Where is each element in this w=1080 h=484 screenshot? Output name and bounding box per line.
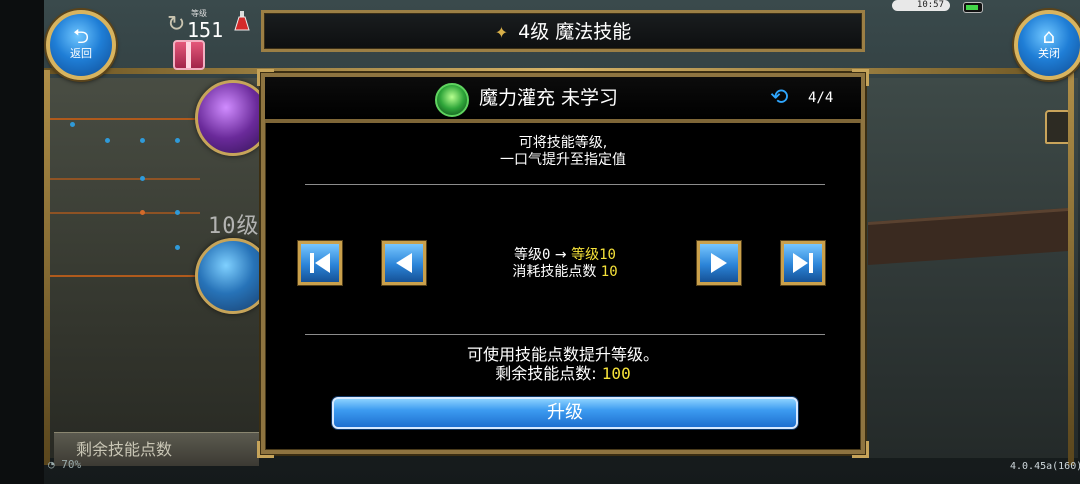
cost-value: 10 xyxy=(600,264,618,280)
back-arrow-icon: ⮌ xyxy=(72,24,90,48)
page-title: 4级 魔法技能 xyxy=(518,21,632,43)
frame-corner xyxy=(852,441,869,458)
skill-tree-node xyxy=(105,138,110,143)
level-to-value: 10 xyxy=(599,247,616,263)
hint-text: 可使用技能点数提升等级。 xyxy=(466,345,659,364)
remaining-value: 100 xyxy=(601,364,631,383)
title-bar: ✦ 4级 魔法技能 xyxy=(261,10,865,52)
frame-corner xyxy=(257,441,274,458)
skill-upgrade-dialog: 魔力灌充 未学习 ⟲ 4/4 可将技能等级, 一口气提升至指定值 等级0 → 等… xyxy=(257,69,869,458)
back-button[interactable]: ⮌ 返回 xyxy=(46,10,116,80)
signal-icon: ◔ xyxy=(48,458,55,471)
skip-first-icon xyxy=(310,253,330,273)
skill-header: 魔力灌充 未学习 ⟲ 4/4 xyxy=(265,77,861,119)
skill-tree-level-label: 10级 xyxy=(208,214,260,239)
skill-tree-node xyxy=(175,138,180,143)
skip-first-button[interactable] xyxy=(298,241,342,285)
magic-charge-icon xyxy=(435,83,469,117)
divider xyxy=(305,184,825,185)
level-change-info: 等级0 → 等级10 消耗技能点数 10 xyxy=(445,247,685,281)
skill-description: 可将技能等级, 一口气提升至指定值 xyxy=(265,135,861,169)
description-line: 可将技能等级, xyxy=(518,135,608,151)
cycle-icon[interactable]: ⟲ xyxy=(770,86,800,110)
skill-tree-line xyxy=(50,178,200,180)
screen-edge xyxy=(0,0,44,484)
gift-icon[interactable] xyxy=(173,40,205,70)
swirl-icon: ↻ xyxy=(167,12,186,37)
skill-tree-line xyxy=(50,118,200,120)
level-to-label: 等级 xyxy=(571,247,600,263)
skip-last-icon xyxy=(793,253,813,273)
next-icon xyxy=(711,253,727,273)
close-button-label: 关闭 xyxy=(1038,47,1060,60)
frame-border-right xyxy=(1068,70,1074,465)
skill-name: 魔力灌充 未学习 xyxy=(479,87,619,109)
remaining-label: 剩余技能点数: xyxy=(495,364,597,383)
close-button[interactable]: ⌂ 关闭 xyxy=(1014,10,1080,80)
prev-icon xyxy=(396,253,412,273)
skill-tree-line xyxy=(50,275,200,277)
description-line: 一口气提升至指定值 xyxy=(500,152,626,168)
skill-orb-icon[interactable] xyxy=(195,80,271,156)
signal-indicator: ◔ 70% xyxy=(48,458,81,471)
level-from-value: 0 xyxy=(542,247,551,263)
skill-tree-node xyxy=(140,210,145,215)
skill-tree-node xyxy=(140,138,145,143)
frame-border-left xyxy=(44,70,50,465)
arrow-icon: → xyxy=(554,247,567,263)
back-button-label: 返回 xyxy=(70,47,92,60)
level-from-label: 等级 xyxy=(514,247,543,263)
signal-percent: 70% xyxy=(61,458,82,471)
level-value: 151 xyxy=(187,18,224,42)
version-label: 4.0.45a(160) xyxy=(1010,461,1080,472)
skill-tree-node xyxy=(175,245,180,250)
skill-tree-node xyxy=(175,210,180,215)
potion-icon xyxy=(234,11,250,31)
skip-last-button[interactable] xyxy=(781,241,825,285)
skill-tree-node xyxy=(140,176,145,181)
home-icon: ⌂ xyxy=(1042,24,1056,48)
header-divider xyxy=(265,119,861,123)
skill-category-icon: ✦ xyxy=(494,23,509,42)
battery-icon xyxy=(963,2,983,13)
next-button[interactable] xyxy=(697,241,741,285)
cost-label: 消耗技能点数 xyxy=(512,264,597,280)
clock: 10:57 xyxy=(892,0,950,11)
page-indicator: 4/4 xyxy=(808,90,834,106)
skill-tree-node xyxy=(70,122,75,127)
remaining-points-bar: 剩余技能点数 xyxy=(54,432,259,466)
divider xyxy=(305,334,825,335)
prev-button[interactable] xyxy=(382,241,426,285)
upgrade-hint: 可使用技能点数提升等级。 剩余技能点数: 100 xyxy=(265,345,861,383)
skill-orb-icon[interactable] xyxy=(195,238,271,314)
upgrade-button[interactable]: 升级 xyxy=(332,397,798,429)
